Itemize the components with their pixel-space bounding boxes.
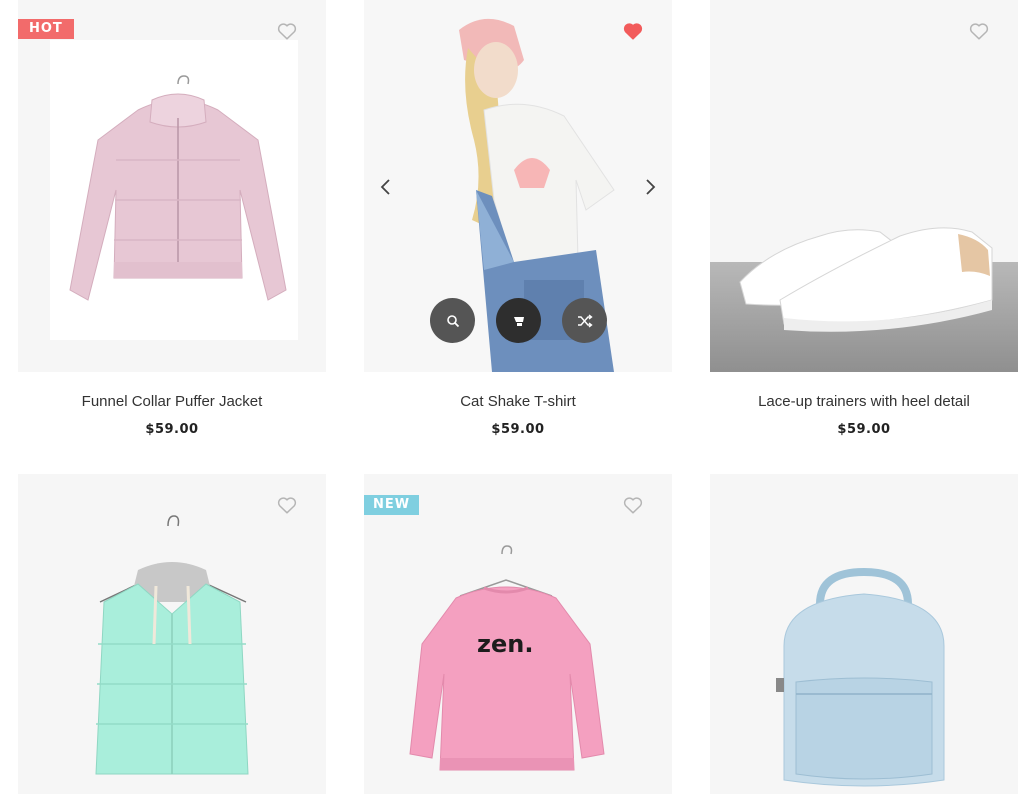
wishlist-heart-icon[interactable] bbox=[622, 20, 644, 42]
silver-backpack-image bbox=[776, 567, 945, 787]
quick-view-button[interactable] bbox=[430, 298, 475, 343]
product-image[interactable] bbox=[710, 474, 1018, 794]
shuffle-icon bbox=[577, 313, 593, 328]
pink-zen-sweatshirt-image: zen. bbox=[409, 545, 605, 771]
product-price: $59.00 bbox=[145, 422, 199, 437]
product-title[interactable]: Funnel Collar Puffer Jacket bbox=[18, 393, 326, 411]
product-image[interactable]: HOT bbox=[18, 0, 326, 372]
compare-button[interactable] bbox=[562, 298, 607, 343]
new-badge: NEW bbox=[364, 495, 420, 515]
mint-puffer-vest-image bbox=[95, 515, 249, 775]
white-sneakers-image bbox=[710, 227, 1018, 372]
product-card[interactable] bbox=[710, 474, 1018, 794]
sweatshirt-print-text: zen. bbox=[477, 630, 533, 658]
product-card[interactable]: zen. NEW bbox=[364, 474, 672, 794]
wishlist-heart-icon[interactable] bbox=[276, 494, 298, 516]
wishlist-heart-icon[interactable] bbox=[276, 20, 298, 42]
pink-puffer-jacket-image bbox=[50, 40, 298, 340]
product-card[interactable]: Cat Shake T-shirt $59.00 bbox=[364, 0, 672, 437]
add-to-cart-button[interactable] bbox=[496, 298, 541, 343]
product-card[interactable]: Lace-up trainers with heel detail $59.00 bbox=[710, 0, 1018, 437]
product-card[interactable] bbox=[18, 474, 326, 794]
product-image[interactable] bbox=[710, 0, 1018, 372]
product-price: $59.00 bbox=[837, 422, 891, 437]
search-icon bbox=[446, 314, 459, 327]
hot-badge: HOT bbox=[18, 19, 74, 39]
chevron-right-icon[interactable] bbox=[640, 176, 660, 198]
product-image[interactable]: zen. NEW bbox=[364, 474, 672, 794]
quick-actions bbox=[430, 298, 607, 343]
chevron-left-icon[interactable] bbox=[376, 176, 396, 198]
product-card[interactable]: HOT Funnel Collar Puffer Jacket $59.00 bbox=[18, 0, 326, 437]
product-price: $59.00 bbox=[491, 422, 545, 437]
product-image[interactable] bbox=[18, 474, 326, 794]
product-title[interactable]: Lace-up trainers with heel detail bbox=[710, 393, 1018, 411]
product-title[interactable]: Cat Shake T-shirt bbox=[364, 393, 672, 411]
cart-icon bbox=[513, 316, 524, 326]
wishlist-heart-icon[interactable] bbox=[968, 20, 990, 42]
wishlist-heart-icon[interactable] bbox=[622, 494, 644, 516]
product-image[interactable] bbox=[364, 0, 672, 372]
